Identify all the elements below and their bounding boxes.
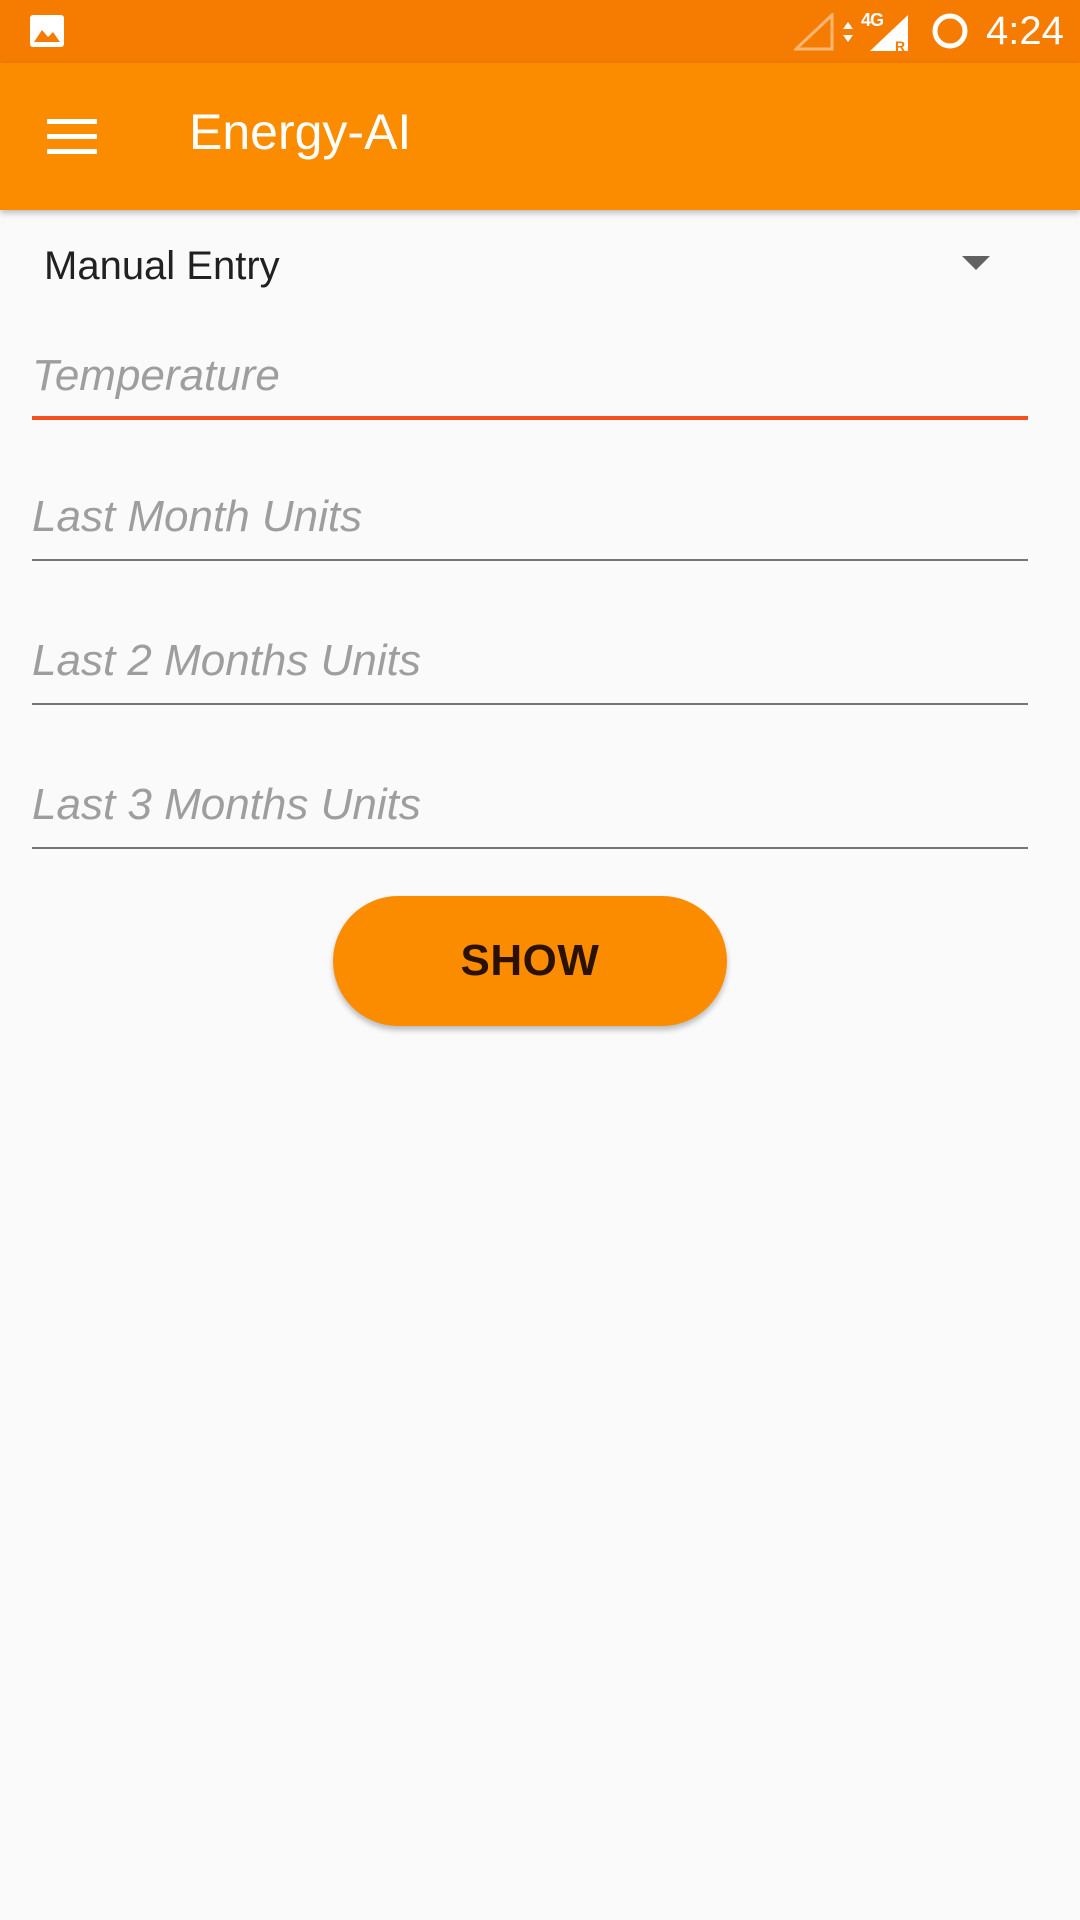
- signal-icon: R: [870, 15, 908, 53]
- status-time: 4:24: [986, 9, 1064, 53]
- last-2-months-units-field[interactable]: [32, 625, 1028, 705]
- show-button[interactable]: SHOW: [333, 896, 727, 1026]
- data-arrows-icon: [843, 22, 853, 42]
- last-2-months-units-underline: [32, 703, 1028, 705]
- last-3-months-units-underline: [32, 847, 1028, 849]
- status-bar: 4G R 4:24: [0, 0, 1080, 63]
- last-2-months-units-input[interactable]: [32, 625, 1028, 697]
- roaming-indicator: R: [895, 38, 905, 53]
- app-bar: Energy-AI: [0, 63, 1080, 210]
- menu-bar-line: [47, 133, 97, 139]
- temperature-underline: [32, 416, 1028, 420]
- hamburger-menu-icon[interactable]: [34, 103, 110, 169]
- last-month-units-field[interactable]: [32, 481, 1028, 561]
- menu-bar-line: [47, 118, 97, 124]
- entry-mode-selected: Manual Entry: [44, 244, 280, 288]
- gallery-icon: [30, 15, 64, 47]
- signal-empty-icon: [794, 13, 834, 51]
- last-3-months-units-input[interactable]: [32, 769, 1028, 841]
- temperature-field[interactable]: [32, 340, 1028, 420]
- last-month-units-underline: [32, 559, 1028, 561]
- menu-bar-line: [47, 148, 97, 154]
- temperature-input[interactable]: [32, 340, 1028, 412]
- dropdown-arrow-icon: [962, 256, 990, 270]
- last-month-units-input[interactable]: [32, 481, 1028, 553]
- entry-mode-dropdown[interactable]: Manual Entry: [0, 210, 1080, 320]
- battery-icon: [932, 13, 968, 49]
- app-title: Energy-AI: [189, 104, 412, 160]
- last-3-months-units-field[interactable]: [32, 769, 1028, 849]
